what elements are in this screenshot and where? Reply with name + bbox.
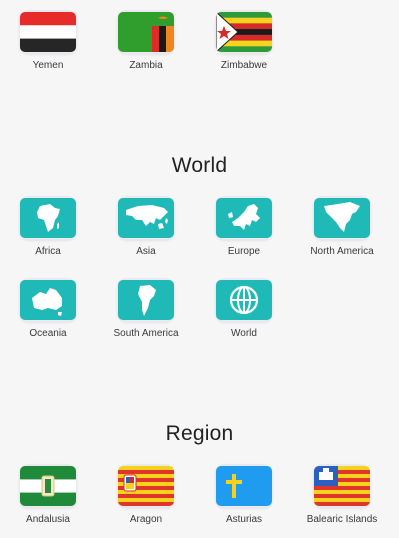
section-title-region: Region (165, 422, 234, 445)
world-tile-world[interactable]: World (196, 278, 292, 340)
country-label: Zambia (129, 60, 163, 71)
region-label: South America (113, 328, 179, 339)
globe-icon (215, 278, 273, 322)
region-label: Europe (227, 246, 261, 257)
andalusia-flag-icon (19, 464, 77, 508)
world-tile-oceania[interactable]: Oceania (0, 278, 96, 340)
aragon-flag-icon (117, 464, 175, 508)
world-tile-asia[interactable]: Asia (98, 196, 194, 258)
africa-map-icon (19, 196, 77, 240)
europe-map-icon (215, 196, 273, 240)
region-label: Aragon (129, 514, 163, 525)
region-tile-andalusia[interactable]: Andalusia (0, 464, 96, 526)
region-tile-balearic-islands[interactable]: Balearic Islands (294, 464, 390, 526)
country-tile-zambia[interactable]: Zambia (98, 10, 194, 72)
region-tile-asturias[interactable]: Asturias (196, 464, 292, 526)
asia-map-icon (117, 196, 175, 240)
region-label: Asturias (225, 514, 263, 525)
world-tile-north-america[interactable]: North America (294, 196, 390, 258)
country-label: Yemen (32, 60, 64, 71)
region-label: Andalusia (26, 514, 70, 525)
region-label: North America (310, 246, 374, 257)
world-tile-europe[interactable]: Europe (196, 196, 292, 258)
yemen-flag-icon (19, 10, 77, 54)
region-label: Balearic Islands (306, 514, 378, 525)
zimbabwe-flag-icon (215, 10, 273, 54)
region-label: World (231, 328, 257, 339)
region-tile-aragon[interactable]: Aragon (98, 464, 194, 526)
region-label: Asia (136, 246, 156, 257)
country-label: Zimbabwe (220, 60, 268, 71)
south-america-map-icon (117, 278, 175, 322)
oceania-map-icon (19, 278, 77, 322)
balearic-islands-flag-icon (313, 464, 371, 508)
region-label: Africa (35, 246, 61, 257)
asturias-flag-icon (215, 464, 273, 508)
country-tile-zimbabwe[interactable]: Zimbabwe (196, 10, 292, 72)
world-tile-south-america[interactable]: South America (98, 278, 194, 340)
country-tile-yemen[interactable]: Yemen (0, 10, 96, 72)
section-title-world: World (171, 154, 228, 177)
zambia-flag-icon (117, 10, 175, 54)
region-label: Oceania (29, 328, 67, 339)
world-tile-africa[interactable]: Africa (0, 196, 96, 258)
north-america-map-icon (313, 196, 371, 240)
